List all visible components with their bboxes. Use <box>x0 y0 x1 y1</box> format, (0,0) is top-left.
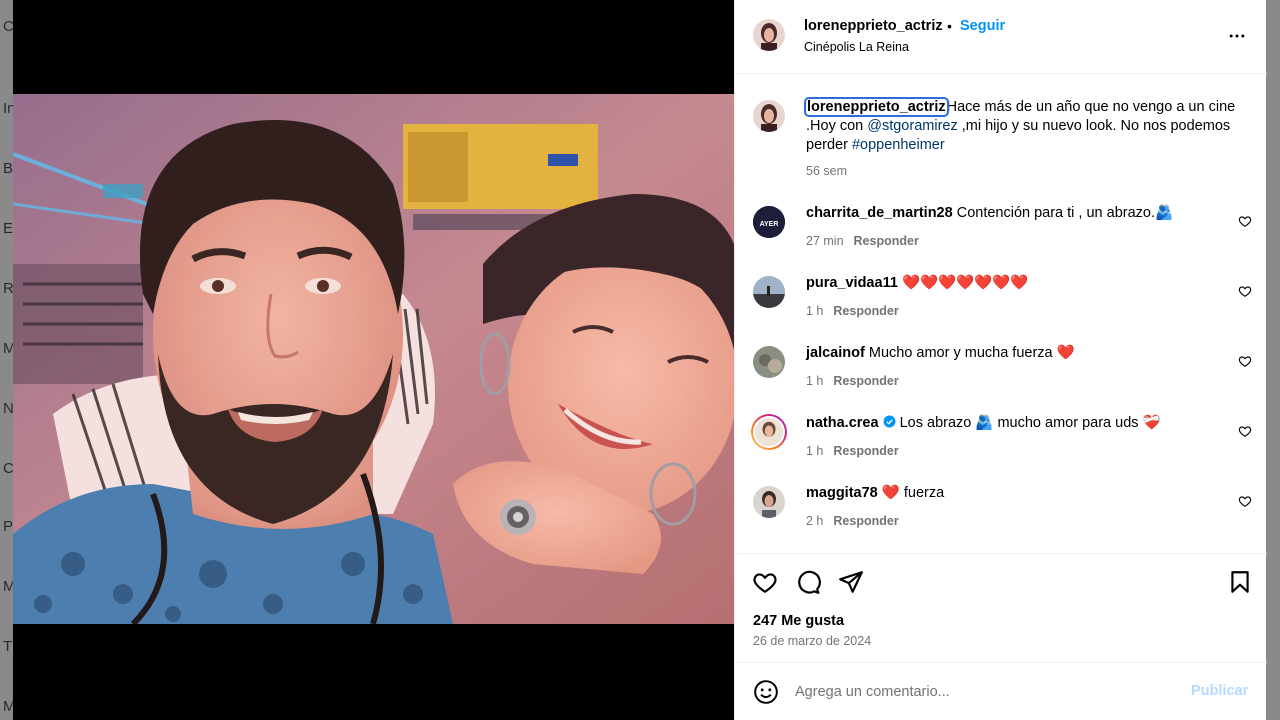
likes-count[interactable]: 247 Me gusta <box>753 613 844 629</box>
separator-dot: • <box>947 18 952 34</box>
reply-button[interactable]: Responder <box>833 444 898 458</box>
small-heart-icon[interactable] <box>1238 494 1252 508</box>
reply-button[interactable]: Responder <box>833 304 898 318</box>
commenter-avatar-image <box>753 346 785 378</box>
heart-icon[interactable] <box>752 569 778 595</box>
comment-input[interactable] <box>795 680 1175 704</box>
caption-mention[interactable]: @stgoramirez <box>867 118 957 134</box>
caption-username[interactable]: lorenepprieto_actriz <box>804 97 949 117</box>
commenter-avatar-image <box>753 276 785 308</box>
comment-body: ❤️❤️❤️❤️❤️❤️❤️ <box>901 275 1029 291</box>
add-comment-bar: Publicar <box>735 663 1267 720</box>
post-date: 26 de marzo de 2024 <box>753 634 872 648</box>
commenter-avatar[interactable] <box>753 346 785 378</box>
post-media[interactable] <box>13 0 734 720</box>
selfie-photo <box>13 94 734 624</box>
paper-plane-icon[interactable] <box>838 569 864 595</box>
commenter-avatar[interactable] <box>753 486 785 518</box>
comment-body: Mucho amor y mucha fuerza ❤️ <box>868 345 1075 361</box>
comment-icon[interactable] <box>795 569 821 595</box>
commenter-avatar[interactable] <box>753 276 785 308</box>
comment-body: Contención para ti , un abrazo.🫂 <box>956 205 1174 221</box>
reply-button[interactable]: Responder <box>833 514 898 528</box>
author-avatar-image <box>753 19 785 51</box>
avatar-label: AYER <box>760 221 779 228</box>
author-avatar[interactable] <box>753 100 785 132</box>
background-page: Co In B E R M N C P M T M <box>0 0 14 720</box>
comment-time[interactable]: 27 min <box>806 234 844 248</box>
comment-username[interactable]: charrita_de_martin28 <box>806 205 953 221</box>
small-heart-icon[interactable] <box>1238 284 1252 298</box>
comment-time[interactable]: 1 h <box>806 304 823 318</box>
post-header: lorenepprieto_actriz • Seguir Cinépolis … <box>735 0 1267 74</box>
post-location[interactable]: Cinépolis La Reina <box>804 40 909 54</box>
background-page-right <box>1266 0 1280 720</box>
comment-username[interactable]: natha.crea <box>806 415 879 431</box>
emoji-icon[interactable] <box>753 679 779 705</box>
post-details-panel: lorenepprieto_actriz • Seguir Cinépolis … <box>734 0 1267 720</box>
post-photo[interactable] <box>13 94 734 624</box>
comment-time[interactable]: 1 h <box>806 374 823 388</box>
comment-meta: 1 h Responder <box>806 374 899 388</box>
comment-text: maggita78 ❤️ fuerza <box>806 484 1246 503</box>
bookmark-icon[interactable] <box>1227 569 1253 595</box>
author-username[interactable]: lorenepprieto_actriz <box>804 18 943 34</box>
bg-letter: P <box>3 518 14 535</box>
reply-button[interactable]: Responder <box>833 374 898 388</box>
verified-badge-icon <box>883 415 896 428</box>
caption-text: lorenepprieto_actrizHace más de un año q… <box>804 97 1246 155</box>
publish-button[interactable]: Publicar <box>1191 683 1248 699</box>
follow-button[interactable]: Seguir <box>960 18 1005 34</box>
bg-letter: B <box>3 160 14 177</box>
comment-text: charrita_de_martin28 Contención para ti … <box>806 204 1246 223</box>
commenter-avatar-story-ring[interactable] <box>751 414 787 450</box>
commenter-avatar[interactable]: AYER <box>753 206 785 238</box>
commenter-avatar-image <box>753 416 785 448</box>
comment-text: pura_vidaa11 ❤️❤️❤️❤️❤️❤️❤️ <box>806 274 1246 293</box>
comment-time[interactable]: 1 h <box>806 444 823 458</box>
commenter-avatar-image <box>753 486 785 518</box>
post-actions: 247 Me gusta 26 de marzo de 2024 <box>735 553 1267 663</box>
bg-letter: E <box>3 220 14 237</box>
small-heart-icon[interactable] <box>1238 354 1252 368</box>
reply-button[interactable]: Responder <box>854 234 919 248</box>
comment-body: ❤️ fuerza <box>881 485 945 501</box>
comments-list[interactable]: lorenepprieto_actrizHace más de un año q… <box>735 74 1267 554</box>
caption-time[interactable]: 56 sem <box>806 164 847 178</box>
comment-username[interactable]: maggita78 <box>806 485 878 501</box>
comment-meta: 2 h Responder <box>806 514 899 528</box>
comment-meta: 1 h Responder <box>806 444 899 458</box>
caption-hashtag[interactable]: #oppenheimer <box>852 137 945 153</box>
small-heart-icon[interactable] <box>1238 424 1252 438</box>
comment-meta: 1 h Responder <box>806 304 899 318</box>
comment-text: natha.crea Los abrazo 🫂 mucho amor para … <box>806 414 1246 433</box>
comment-text: jalcainof Mucho amor y mucha fuerza ❤️ <box>806 344 1246 363</box>
commenter-avatar-image: AYER <box>753 206 785 238</box>
small-heart-icon[interactable] <box>1238 214 1252 228</box>
comment-body: Los abrazo 🫂 mucho amor para uds ❤️‍🩹 <box>899 415 1161 431</box>
comment-username[interactable]: pura_vidaa11 <box>806 275 898 291</box>
author-avatar-image <box>753 100 785 132</box>
more-horizontal-icon[interactable] <box>1227 26 1247 46</box>
author-avatar[interactable] <box>753 19 785 51</box>
comment-time[interactable]: 2 h <box>806 514 823 528</box>
comment-username[interactable]: jalcainof <box>806 345 865 361</box>
bg-letter: T <box>3 638 13 655</box>
comment-meta: 27 min Responder <box>806 234 919 248</box>
